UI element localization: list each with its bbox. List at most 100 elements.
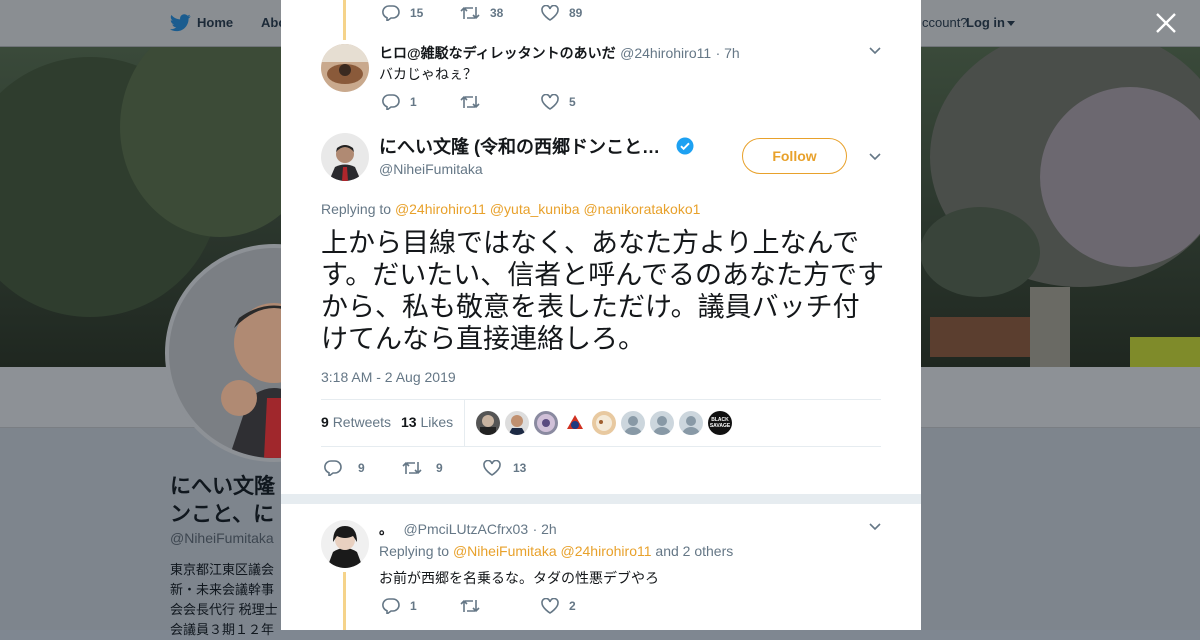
replying-label: Replying to xyxy=(321,201,392,217)
section-separator xyxy=(281,494,921,504)
liker-avatar[interactable] xyxy=(476,411,500,435)
display-name[interactable]: ヒロ@雑駁なディレッタントのあいだ xyxy=(379,45,616,61)
retweets-stat-count: 9 xyxy=(321,414,329,430)
display-name[interactable]: にへい文隆 (令和の西郷ドンこと… xyxy=(379,133,660,159)
account-prompt: ccount? xyxy=(922,15,968,30)
reply-count: 9 xyxy=(358,461,365,475)
like-count: 13 xyxy=(513,461,527,475)
retweet-button[interactable] xyxy=(460,94,490,110)
mention-link[interactable]: @24hirohiro11 xyxy=(395,201,486,217)
avatar[interactable] xyxy=(321,133,369,181)
mention-link[interactable]: @NiheiFumitaka xyxy=(453,543,557,559)
like-icon xyxy=(483,460,501,476)
user-handle[interactable]: @NiheiFumitaka xyxy=(379,161,483,177)
bio-line: 会議員３期１２年 xyxy=(170,622,275,637)
likes-stat-count: 13 xyxy=(401,414,417,430)
like-count: 5 xyxy=(569,95,576,109)
profile-name-line: にへい文隆 xyxy=(170,475,275,498)
user-handle[interactable]: @24hirohiro11 xyxy=(620,45,711,61)
retweet-button[interactable]: 38 xyxy=(460,5,503,21)
tweet-text: バカじゃねぇ？ xyxy=(379,66,477,82)
replying-label: Replying to xyxy=(379,543,450,559)
likes-stat-label: Likes xyxy=(420,414,454,430)
chevron-down-icon[interactable] xyxy=(869,45,881,57)
like-button[interactable]: 5 xyxy=(541,94,576,110)
liker-avatar[interactable] xyxy=(679,411,703,435)
reply-count: 1 xyxy=(410,95,417,109)
retweet-icon xyxy=(402,461,422,475)
tweet-modal: 15 38 89 ヒロ@雑駁なディレッタントのあいだ @24hirohiro11… xyxy=(281,0,921,630)
display-name[interactable]: 。 xyxy=(379,521,393,537)
retweet-count: 38 xyxy=(490,6,504,20)
liker-avatar[interactable] xyxy=(621,411,645,435)
liker-avatar[interactable] xyxy=(563,411,587,435)
chevron-down-icon[interactable] xyxy=(869,151,881,163)
reply-header: 。 @PmciLUtzACfrx03 · 2h xyxy=(379,519,557,539)
timestamp[interactable]: · 7h xyxy=(716,45,740,61)
retweet-button[interactable]: 9 xyxy=(402,460,443,476)
liker-avatar[interactable]: BLACK SAVAGE xyxy=(708,411,732,435)
liker-avatar[interactable] xyxy=(650,411,674,435)
retweet-button[interactable] xyxy=(460,598,490,614)
mention-link[interactable]: @nanikoratakoko1 xyxy=(583,201,700,217)
divider xyxy=(321,399,881,400)
user-handle[interactable]: @PmciLUtzACfrx03 xyxy=(403,521,528,537)
reply-header: ヒロ@雑駁なディレッタントのあいだ @24hirohiro11 · 7h xyxy=(379,43,740,63)
follow-button[interactable]: Follow xyxy=(742,138,847,174)
login-link[interactable]: Log in xyxy=(966,15,1005,30)
like-button[interactable]: 89 xyxy=(541,5,582,21)
tweet-text: お前が西郷を名乗るな。タダの性悪デブやろ xyxy=(379,570,659,586)
thread-line xyxy=(343,0,346,40)
reply-button[interactable]: 9 xyxy=(324,460,365,476)
liker-avatar[interactable] xyxy=(534,411,558,435)
stat-separator xyxy=(464,400,465,446)
like-icon xyxy=(541,94,559,110)
tweet-timestamp[interactable]: 3:18 AM - 2 Aug 2019 xyxy=(321,369,456,385)
reply-icon xyxy=(324,460,342,476)
twitter-bird-icon[interactable] xyxy=(170,14,191,32)
close-icon[interactable] xyxy=(1154,12,1178,36)
avatar[interactable] xyxy=(321,520,369,568)
like-button[interactable]: 13 xyxy=(483,460,526,476)
profile-handle: @NiheiFumitaka xyxy=(170,530,274,546)
retweet-icon xyxy=(460,599,480,613)
reply-icon xyxy=(382,5,400,21)
mention-link[interactable]: @yuta_kuniba xyxy=(490,201,580,217)
timestamp[interactable]: · 2h xyxy=(533,521,557,537)
replying-to: Replying to @NiheiFumitaka @24hirohiro11… xyxy=(379,543,733,559)
retweets-stat-label: Retweets xyxy=(332,414,392,430)
reply-count: 15 xyxy=(410,6,424,20)
retweets-stat[interactable]: 9 Retweets xyxy=(321,414,391,430)
bio-line: 会会長代行 税理士 xyxy=(170,602,278,617)
like-icon xyxy=(541,5,559,21)
liker-avatar[interactable] xyxy=(505,411,529,435)
retweet-count: 9 xyxy=(436,461,443,475)
reply-button[interactable]: 1 xyxy=(382,598,417,614)
bio-line: 新・未来会議幹事 xyxy=(170,582,275,597)
reply-icon xyxy=(382,598,400,614)
profile-bio: 東京都江東区議会 新・未来会議幹事 会会長代行 税理士 会議員３期１２年 xyxy=(170,560,280,640)
divider xyxy=(321,446,881,447)
like-icon xyxy=(541,598,559,614)
chevron-down-icon[interactable] xyxy=(869,521,881,533)
nav-home[interactable]: Home xyxy=(197,15,233,30)
like-count: 2 xyxy=(569,599,576,613)
replying-others[interactable]: and 2 others xyxy=(655,543,733,559)
bio-line: 東京都江東区議会 xyxy=(170,562,275,577)
reply-button[interactable]: 1 xyxy=(382,94,417,110)
reply-button[interactable]: 15 xyxy=(382,5,423,21)
replying-to: Replying to @24hirohiro11 @yuta_kuniba @… xyxy=(321,201,700,217)
liker-avatar[interactable] xyxy=(592,411,616,435)
main-tweet-header: にへい文隆 (令和の西郷ドンこと… xyxy=(379,133,694,159)
avatar[interactable] xyxy=(321,44,369,92)
verified-badge-icon xyxy=(676,137,694,155)
caret-down-icon[interactable] xyxy=(1007,21,1015,26)
reply-count: 1 xyxy=(410,599,417,613)
like-button[interactable]: 2 xyxy=(541,598,576,614)
profile-name: にへい文隆 ンこと、に xyxy=(170,473,280,529)
mention-link[interactable]: @24hirohiro11 xyxy=(561,543,652,559)
like-count: 89 xyxy=(569,6,583,20)
main-tweet-text: 上から目線ではなく、あなた方より上なんです。だいたい、信者と呼んでるのあなた方で… xyxy=(321,228,884,354)
likes-stat[interactable]: 13 Likes xyxy=(401,414,453,430)
reply-icon xyxy=(382,94,400,110)
